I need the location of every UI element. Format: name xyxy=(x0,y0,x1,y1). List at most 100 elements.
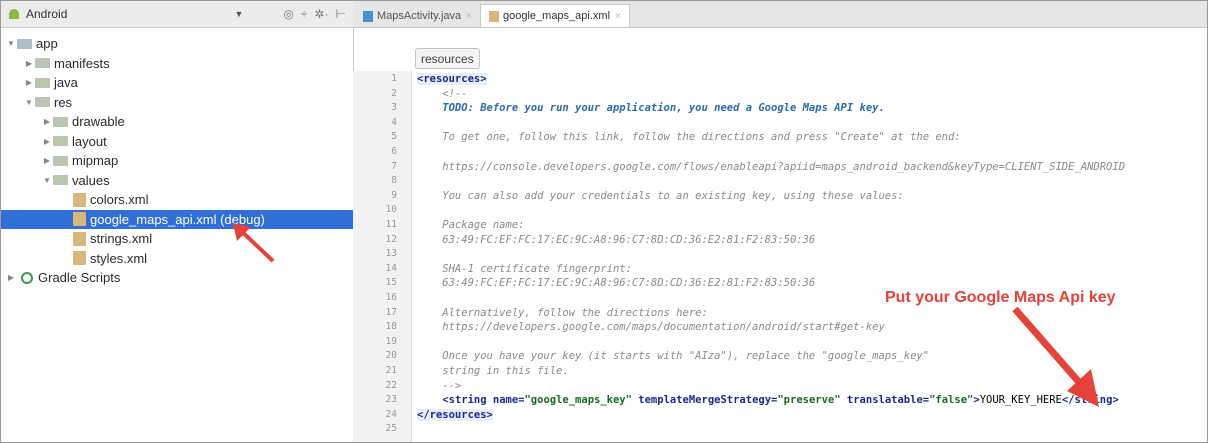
code-line: --> xyxy=(417,380,461,392)
folder-icon xyxy=(35,97,50,108)
tree-item[interactable]: ▶ java xyxy=(1,73,353,93)
code-token: name= xyxy=(492,394,525,407)
red-arrow-annotation xyxy=(1012,306,1099,407)
tree-item[interactable]: ▶ manifests xyxy=(1,54,353,74)
collapsed-arrow-icon[interactable]: ▶ xyxy=(23,78,35,87)
tree-item-label: colors.xml xyxy=(90,192,149,208)
xml-file-icon xyxy=(73,251,86,266)
code-line: 63:49:FC:EF:FC:17:EC:9C:A8:96:C7:8D:CD:3… xyxy=(417,277,815,289)
line-number: 1 xyxy=(391,73,397,84)
project-panel: Android ▼ ◎ ÷ ✲· ⊢ ▼ app ▶ manifests ▶ java ▼ r… xyxy=(1,1,354,442)
code-token: <!-- xyxy=(417,87,468,100)
code-token: --> xyxy=(417,379,462,392)
line-number: 2 xyxy=(391,87,397,99)
line-number: 15 xyxy=(385,277,397,289)
chevron-down-icon[interactable]: ▼ xyxy=(234,9,243,19)
folder-icon xyxy=(17,38,32,49)
gradle-icon xyxy=(21,271,33,284)
code-line: <resources> xyxy=(417,73,487,85)
line-number: 14 xyxy=(385,262,397,274)
xml-file-icon xyxy=(73,212,86,227)
code-line: https://console.developers.google.com/fl… xyxy=(417,161,1125,173)
tree-item[interactable]: ▶ mipmap xyxy=(1,151,353,171)
tree-item-label: res xyxy=(54,94,73,110)
android-icon xyxy=(9,9,19,19)
collapsed-arrow-icon[interactable]: ▶ xyxy=(41,117,53,126)
editor-tab[interactable]: MapsActivity.java × xyxy=(355,5,480,27)
close-tab-icon[interactable]: × xyxy=(615,11,621,22)
tree-item[interactable]: ▶ drawable xyxy=(1,112,353,132)
line-number: 13 xyxy=(385,248,397,260)
editor-tab-bar: MapsActivity.java × google_maps_api.xml × xyxy=(353,1,1207,28)
collapsed-arrow-icon[interactable]: ▶ xyxy=(5,273,17,282)
code-line: https://developers.google.com/maps/docum… xyxy=(417,321,885,333)
gear-icon[interactable]: ✲· xyxy=(314,7,328,21)
editor-tab-label: google_maps_api.xml xyxy=(503,10,611,22)
folder-icon xyxy=(53,116,68,127)
collapsed-arrow-icon[interactable]: ▶ xyxy=(41,137,53,146)
tree-item-label: Gradle Scripts xyxy=(38,270,121,286)
tree-item[interactable]: ▼ res xyxy=(1,93,353,113)
tree-item[interactable]: ▶ Gradle Scripts xyxy=(1,268,353,288)
breadcrumb-label: resources xyxy=(421,51,474,66)
line-number: 8 xyxy=(391,175,397,187)
tree-item[interactable]: google_maps_api.xml (debug) xyxy=(1,209,353,229)
collapsed-arrow-icon[interactable]: ▶ xyxy=(41,156,53,165)
tree-item[interactable]: ▼ values xyxy=(1,171,353,191)
tree-item-label: styles.xml xyxy=(90,250,148,266)
tree-item-label: java xyxy=(54,75,78,91)
editor-tab-label: MapsActivity.java xyxy=(377,10,462,22)
code-token: string in this file. xyxy=(417,365,569,377)
tree-item-label: values xyxy=(72,172,110,188)
line-number: 23 xyxy=(385,394,397,406)
code-line: You can also add your credentials to an … xyxy=(417,190,903,202)
editor-tab[interactable]: google_maps_api.xml × xyxy=(480,4,630,27)
tree-item[interactable]: colors.xml xyxy=(1,190,353,210)
code-token: "google_maps_key" xyxy=(524,394,639,407)
code-line: SHA-1 certificate fingerprint: xyxy=(417,263,632,275)
breadcrumb[interactable]: resources xyxy=(415,48,480,69)
expanded-arrow-icon[interactable]: ▼ xyxy=(23,98,35,107)
tree-item-label: app xyxy=(36,36,58,52)
tree-item[interactable]: ▼ app xyxy=(1,34,353,54)
red-arrow-pointer xyxy=(233,223,275,263)
xml-file-icon xyxy=(489,10,499,22)
code-line: <!-- xyxy=(417,87,468,100)
tree-item-label: strings.xml xyxy=(90,231,153,247)
line-number: 12 xyxy=(385,233,397,245)
code-token: SHA-1 certificate fingerprint: xyxy=(417,262,632,275)
expanded-arrow-icon[interactable]: ▼ xyxy=(41,176,53,185)
code-line: TODO: Before you run your application, y… xyxy=(417,102,885,114)
line-number: 16 xyxy=(385,292,397,303)
line-number: 21 xyxy=(385,365,397,376)
code-token: https://developers.google.com/maps/docum… xyxy=(417,321,885,334)
folder-icon xyxy=(35,77,50,88)
collapse-icon[interactable]: ÷ xyxy=(301,7,308,21)
expanded-arrow-icon[interactable]: ▼ xyxy=(5,39,17,48)
code-token: "false" xyxy=(929,394,974,407)
tree-item[interactable]: styles.xml xyxy=(1,249,353,269)
code-token: Once you have your key (it starts with "… xyxy=(417,350,930,363)
line-number: 25 xyxy=(385,423,397,435)
sync-icon[interactable]: ◎ xyxy=(283,7,293,21)
code-token: Package name: xyxy=(417,219,525,231)
project-view-selector[interactable]: Android xyxy=(26,7,234,21)
folder-icon xyxy=(35,58,50,69)
line-number: 24 xyxy=(385,408,397,420)
code-token: TODO: Before you run your application, y… xyxy=(417,102,885,115)
tree-item[interactable]: ▶ layout xyxy=(1,132,353,152)
hide-panel-icon[interactable]: ⊢ xyxy=(336,7,346,21)
project-tree: ▼ app ▶ manifests ▶ java ▼ res ▶ drawable ▶ layout ▶… xyxy=(1,28,353,288)
code-token: <resources> xyxy=(417,73,487,85)
collapsed-arrow-icon[interactable]: ▶ xyxy=(23,59,35,68)
close-tab-icon[interactable]: × xyxy=(466,11,472,22)
line-number: 19 xyxy=(385,335,397,347)
code-line: </resources> xyxy=(417,408,493,421)
project-panel-header: Android ▼ ◎ ÷ ✲· ⊢ xyxy=(1,1,353,28)
tree-item-label: layout xyxy=(72,133,107,149)
code-token: To get one, follow this link, follow the… xyxy=(417,131,961,144)
folder-icon xyxy=(53,175,68,186)
tree-item[interactable]: strings.xml xyxy=(1,229,353,249)
line-number: 6 xyxy=(391,146,397,157)
